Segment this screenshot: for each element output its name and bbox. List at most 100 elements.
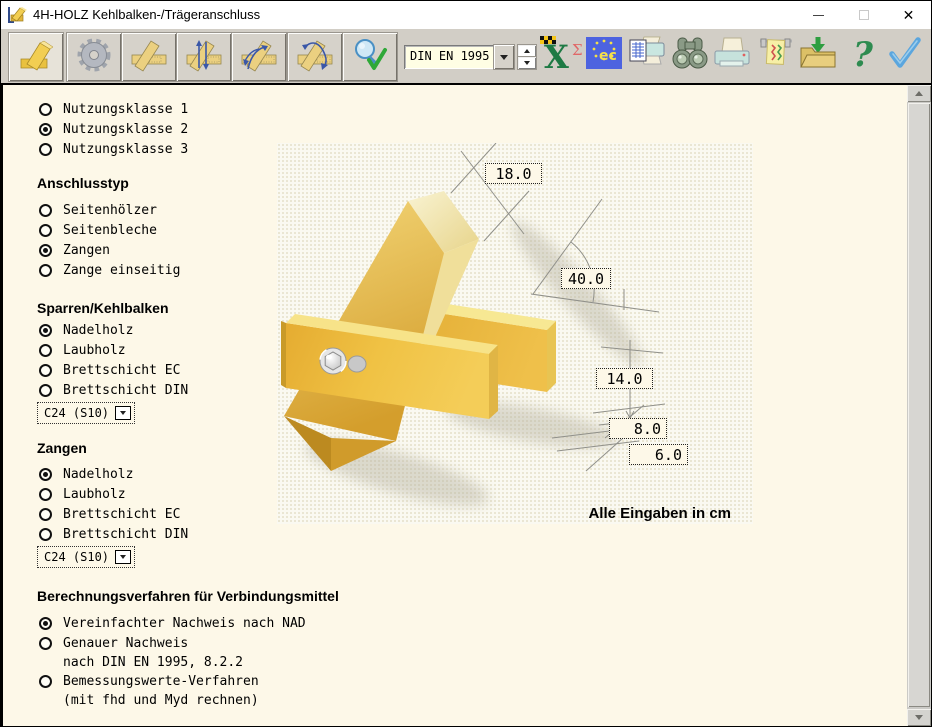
radio-label: Nadelholz xyxy=(63,323,133,338)
toolbar-button-geometry[interactable] xyxy=(122,33,176,81)
note-icon xyxy=(757,35,795,71)
section-title-anschlusstyp: Anschlusstyp xyxy=(37,175,129,191)
radio-label: Nutzungsklasse 3 xyxy=(63,142,188,157)
radio-genauer-nachweis[interactable]: Genauer Nachweis xyxy=(39,633,188,653)
radio-zange-einseitig[interactable]: Zange einseitig xyxy=(39,260,180,280)
print-preview-button[interactable] xyxy=(628,35,666,71)
titlebar: 4H-HOLZ Kehlbalken-/Trägeranschluss ✕ xyxy=(1,1,931,29)
radio-sparren-brettschicht-ec[interactable]: Brettschicht EC xyxy=(39,360,180,380)
radio-label: Seitenbleche xyxy=(63,223,157,238)
eurocode-button[interactable]: ec xyxy=(585,35,623,71)
radio-vereinfachter-nachweis[interactable]: Vereinfachter Nachweis nach NAD xyxy=(39,613,306,633)
radio-icon xyxy=(39,244,52,257)
radio-sparren-laubholz[interactable]: Laubholz xyxy=(39,340,126,360)
radio-seitenhoelzer[interactable]: Seitenhölzer xyxy=(39,200,157,220)
app-icon xyxy=(8,6,28,24)
radio-icon xyxy=(39,204,52,217)
material-value: C24 (S10) xyxy=(44,406,109,420)
save-button[interactable] xyxy=(799,35,837,71)
radio-zangen[interactable]: Zangen xyxy=(39,240,110,260)
radio-icon xyxy=(39,528,52,541)
radio-label: Zange einseitig xyxy=(63,263,180,278)
radio-label: Vereinfachter Nachweis nach NAD xyxy=(63,616,306,631)
material-dropdown-button[interactable] xyxy=(115,406,131,420)
radio-zangen-brettschicht-din[interactable]: Brettschicht DIN xyxy=(39,524,188,544)
zange-thickness-field[interactable]: 6.0 xyxy=(629,444,688,465)
radio-label: Seitenhölzer xyxy=(63,203,157,218)
maximize-button[interactable] xyxy=(841,1,886,29)
radio-sparren-nadelholz[interactable]: Nadelholz xyxy=(39,320,133,340)
triangle-up-icon xyxy=(524,49,530,53)
print-button[interactable] xyxy=(713,35,751,71)
radio-icon xyxy=(39,344,52,357)
confirm-button[interactable] xyxy=(887,35,923,71)
standard-select[interactable]: DIN EN 1995 xyxy=(404,45,514,69)
zange-height-field[interactable]: 8.0 xyxy=(609,418,667,439)
window-title: 4H-HOLZ Kehlbalken-/Trägeranschluss xyxy=(33,7,260,22)
standard-select-dropdown-button[interactable] xyxy=(494,45,514,69)
spin-down-button[interactable] xyxy=(518,57,536,69)
minimize-button[interactable] xyxy=(796,1,841,29)
section-title-zangen: Zangen xyxy=(37,440,87,456)
magnifier-check-icon xyxy=(352,37,388,78)
rafter-width-field[interactable]: 18.0 xyxy=(485,163,542,184)
radio-sublabel: (mit fhd und Myd rechnen) xyxy=(63,693,259,708)
radio-icon xyxy=(39,123,52,136)
material-value: C24 (S10) xyxy=(44,550,109,564)
scrollbar-thumb[interactable] xyxy=(908,103,930,707)
radio-bemessungswerte[interactable]: Bemessungswerte-Verfahren xyxy=(39,671,259,691)
chevron-down-icon xyxy=(120,555,126,559)
radio-label: Brettschicht EC xyxy=(63,363,180,378)
radio-nutzungsklasse-2[interactable]: Nutzungsklasse 2 xyxy=(39,119,188,139)
radio-zangen-laubholz[interactable]: Laubholz xyxy=(39,484,126,504)
material-select-zangen[interactable]: C24 (S10) xyxy=(37,546,135,568)
units-note: Alle Eingaben in cm xyxy=(588,505,731,522)
toolbar-button-vertical-loads[interactable] xyxy=(177,33,231,81)
toolbar-button-connection[interactable] xyxy=(9,33,63,81)
geometry-icon xyxy=(131,37,167,78)
scroll-down-button[interactable] xyxy=(907,709,931,726)
radio-seitenbleche[interactable]: Seitenbleche xyxy=(39,220,157,240)
binoculars-icon xyxy=(671,35,709,71)
vertical-scrollbar[interactable] xyxy=(907,85,931,726)
radio-label: Laubholz xyxy=(63,487,126,502)
annotations-button[interactable] xyxy=(757,35,795,71)
vertical-loads-icon xyxy=(186,37,222,78)
roof-angle-field[interactable]: 40.0 xyxy=(561,268,611,289)
radio-label: Bemessungswerte-Verfahren xyxy=(63,674,259,689)
app-window: 4H-HOLZ Kehlbalken-/Trägeranschluss ✕ xyxy=(0,0,932,727)
svg-text:ec: ec xyxy=(599,48,617,64)
section-title-sparren: Sparren/Kehlbalken xyxy=(37,300,169,316)
toolbar-button-check-results[interactable] xyxy=(343,33,397,81)
spin-up-button[interactable] xyxy=(518,45,536,57)
scroll-up-button[interactable] xyxy=(907,85,931,102)
toolbar-button-settings[interactable] xyxy=(67,33,121,81)
toolbar-button-load-transfer[interactable] xyxy=(288,33,342,81)
svg-text:Σ: Σ xyxy=(572,41,583,59)
excel-export-button[interactable]: X Σ xyxy=(539,35,583,75)
radio-label: Nutzungsklasse 1 xyxy=(63,102,188,117)
material-select-sparren[interactable]: C24 (S10) xyxy=(37,402,135,424)
beam-height-field[interactable]: 14.0 xyxy=(596,368,653,389)
search-button[interactable] xyxy=(671,35,709,71)
triangle-down-icon xyxy=(915,715,923,720)
radio-zangen-brettschicht-ec[interactable]: Brettschicht EC xyxy=(39,504,180,524)
radio-icon xyxy=(39,637,52,650)
radio-label: Nadelholz xyxy=(63,467,133,482)
radio-zangen-nadelholz[interactable]: Nadelholz xyxy=(39,464,133,484)
radio-icon xyxy=(39,508,52,521)
radio-sparren-brettschicht-din[interactable]: Brettschicht DIN xyxy=(39,380,188,400)
material-dropdown-button[interactable] xyxy=(115,550,131,564)
radio-label: Zangen xyxy=(63,243,110,258)
radio-nutzungsklasse-1[interactable]: Nutzungsklasse 1 xyxy=(39,99,188,119)
help-button[interactable]: ? xyxy=(851,35,873,73)
radio-label: Genauer Nachweis xyxy=(63,636,188,651)
close-button[interactable]: ✕ xyxy=(886,1,931,29)
main-content: Nutzungsklasse 1 Nutzungsklasse 2 Nutzun… xyxy=(1,83,932,727)
radio-nutzungsklasse-3[interactable]: Nutzungsklasse 3 xyxy=(39,139,188,159)
svg-text:?: ? xyxy=(853,35,873,73)
toolbar-button-moment-loads[interactable] xyxy=(232,33,286,81)
radio-icon xyxy=(39,264,52,277)
moment-loads-icon xyxy=(241,37,277,78)
minimize-icon xyxy=(813,15,824,16)
